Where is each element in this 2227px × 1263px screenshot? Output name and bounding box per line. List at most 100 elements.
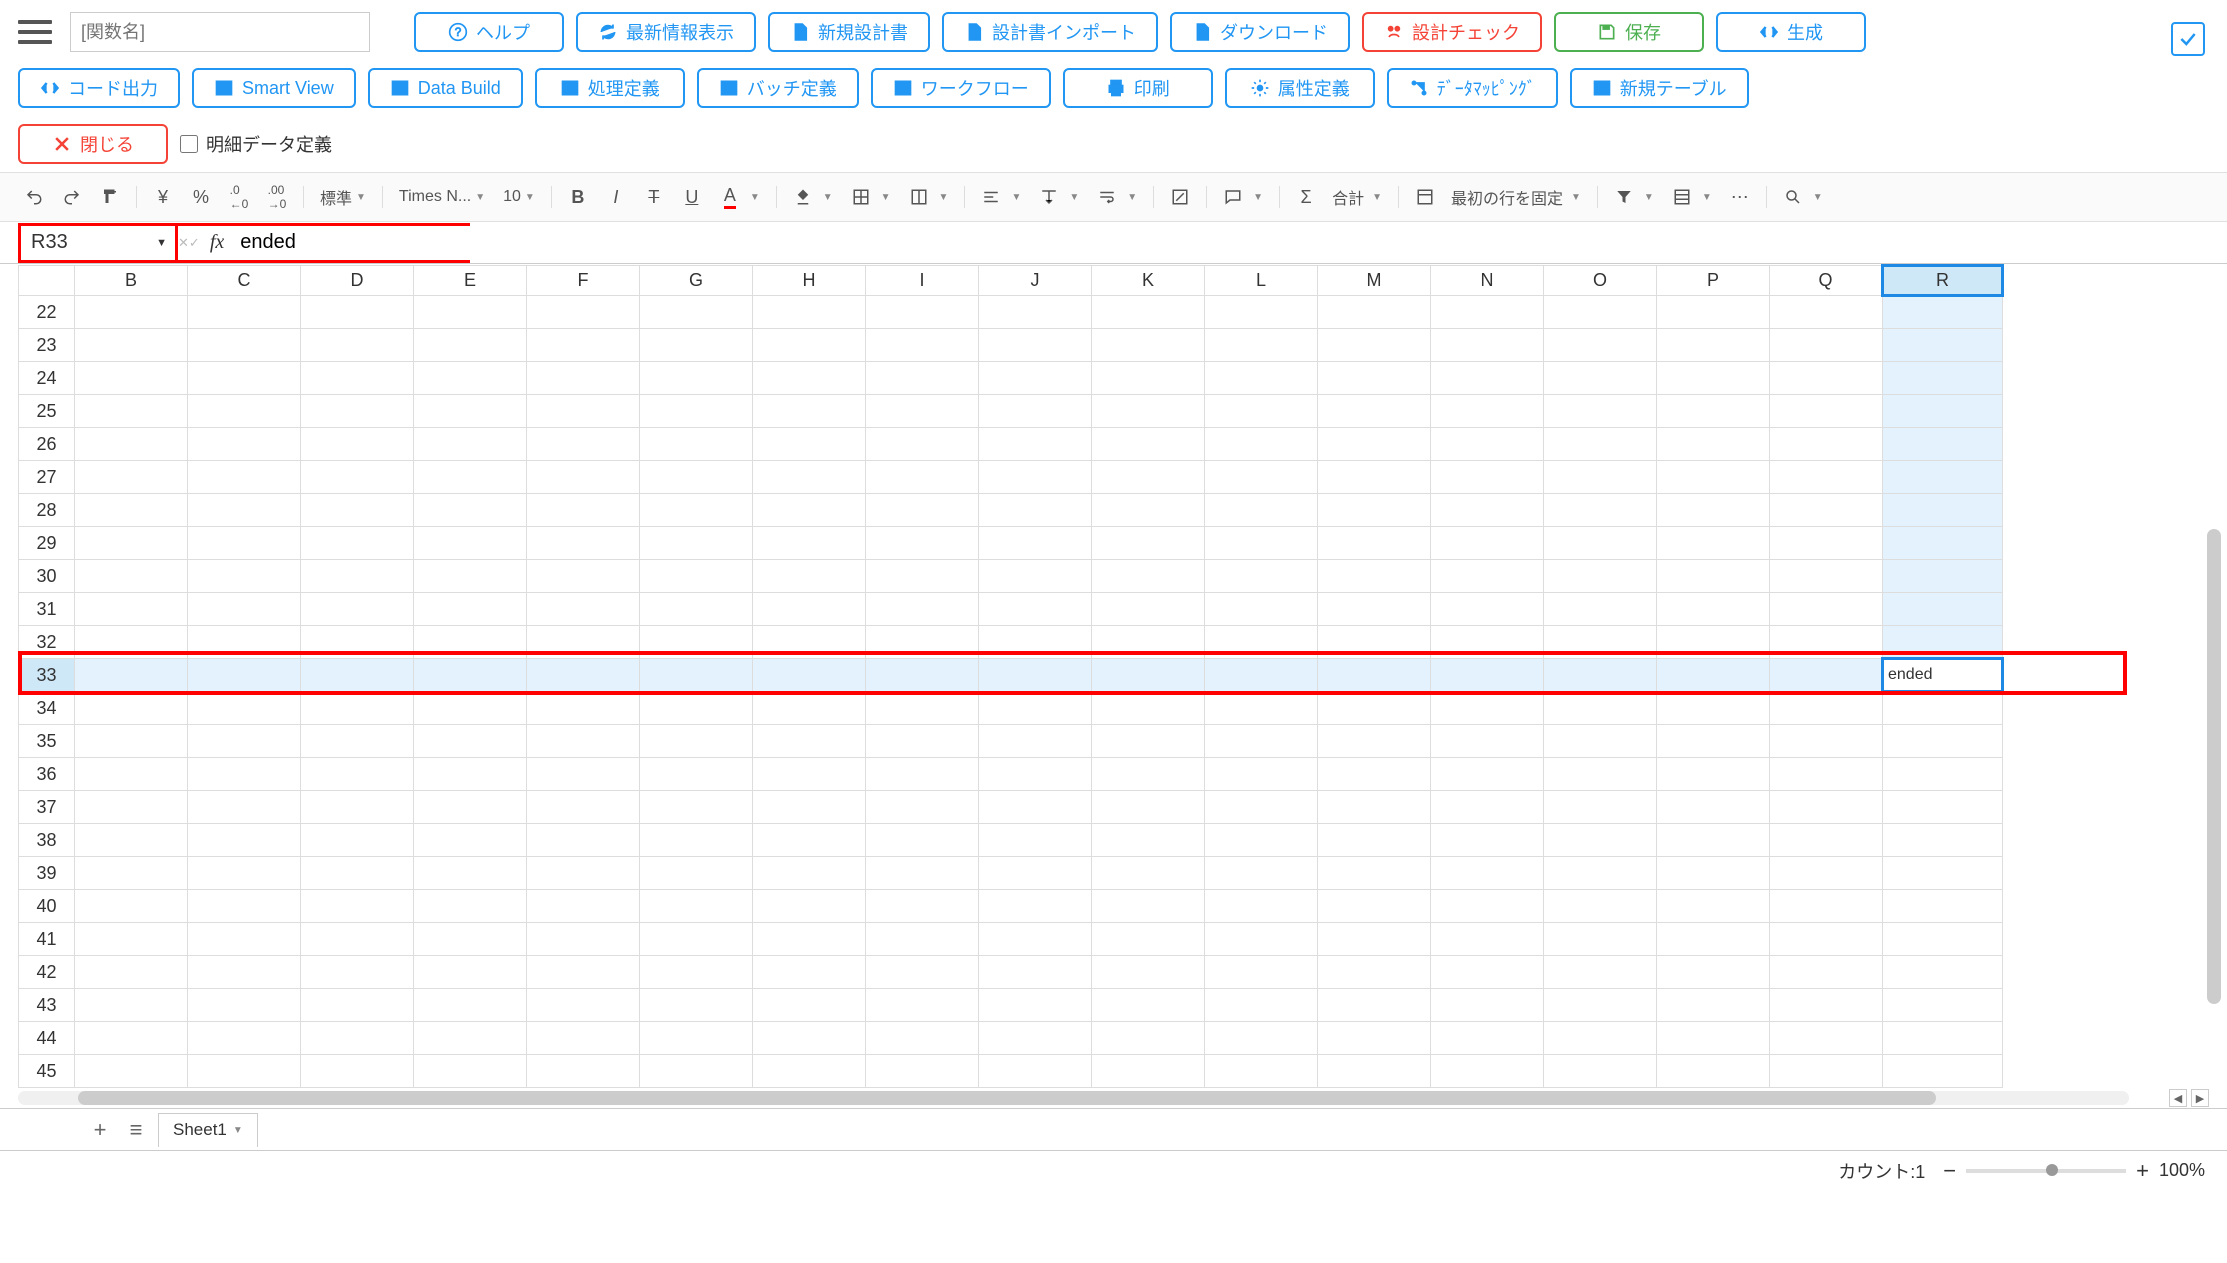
cell[interactable] xyxy=(1431,296,1544,329)
cell[interactable] xyxy=(1657,989,1770,1022)
cell[interactable] xyxy=(1657,296,1770,329)
cell[interactable] xyxy=(75,956,188,989)
batch-def-button[interactable]: バッチ定義 xyxy=(697,68,859,108)
cell[interactable] xyxy=(1431,956,1544,989)
cell[interactable] xyxy=(640,560,753,593)
v-align-dropdown-icon[interactable]: ▼ xyxy=(1069,192,1085,203)
cell[interactable] xyxy=(1318,989,1431,1022)
cell[interactable] xyxy=(1205,395,1318,428)
cell[interactable] xyxy=(527,758,640,791)
cell[interactable] xyxy=(1883,857,2003,890)
cell[interactable] xyxy=(1318,1022,1431,1055)
cell[interactable] xyxy=(1544,461,1657,494)
column-header[interactable]: R xyxy=(1883,266,2003,296)
cell[interactable] xyxy=(527,494,640,527)
cell[interactable] xyxy=(1883,890,2003,923)
cell[interactable] xyxy=(753,494,866,527)
cell[interactable] xyxy=(866,890,979,923)
cell[interactable] xyxy=(1544,923,1657,956)
refresh-button[interactable]: 最新情報表示 xyxy=(576,12,756,52)
cell[interactable] xyxy=(527,395,640,428)
wrap-text-icon[interactable] xyxy=(1091,181,1123,213)
cell[interactable] xyxy=(1544,428,1657,461)
cell[interactable] xyxy=(75,527,188,560)
cell[interactable] xyxy=(1883,989,2003,1022)
cell[interactable] xyxy=(1092,296,1205,329)
cell[interactable] xyxy=(640,527,753,560)
cell[interactable] xyxy=(414,725,527,758)
cell[interactable] xyxy=(753,989,866,1022)
row-header[interactable]: 39 xyxy=(19,857,75,890)
cell[interactable] xyxy=(1883,791,2003,824)
number-format-select[interactable]: 標準▼ xyxy=(314,185,372,209)
cell[interactable] xyxy=(188,824,301,857)
cell[interactable] xyxy=(75,593,188,626)
cell[interactable] xyxy=(1770,593,1883,626)
cell[interactable] xyxy=(1544,593,1657,626)
cell[interactable] xyxy=(1205,791,1318,824)
cell[interactable] xyxy=(1770,1022,1883,1055)
cell[interactable] xyxy=(414,758,527,791)
cell[interactable] xyxy=(1205,824,1318,857)
cell[interactable] xyxy=(301,758,414,791)
cell[interactable] xyxy=(1318,362,1431,395)
cell[interactable] xyxy=(1092,1055,1205,1088)
cell[interactable] xyxy=(1883,923,2003,956)
cell[interactable] xyxy=(75,362,188,395)
generate-button[interactable]: 生成 xyxy=(1716,12,1866,52)
cell[interactable] xyxy=(1431,494,1544,527)
cell[interactable] xyxy=(75,659,188,692)
cell[interactable] xyxy=(1431,626,1544,659)
cell[interactable] xyxy=(414,890,527,923)
cell[interactable] xyxy=(414,527,527,560)
cell[interactable] xyxy=(1092,692,1205,725)
cell[interactable] xyxy=(1318,494,1431,527)
cell[interactable] xyxy=(188,1055,301,1088)
cell[interactable] xyxy=(979,791,1092,824)
cell[interactable] xyxy=(866,428,979,461)
cell[interactable] xyxy=(640,824,753,857)
cell[interactable] xyxy=(866,692,979,725)
table-style-icon[interactable] xyxy=(1666,181,1698,213)
cell[interactable] xyxy=(1544,989,1657,1022)
cell[interactable] xyxy=(640,857,753,890)
sheet-tab[interactable]: Sheet1 ▼ xyxy=(158,1113,258,1147)
cell[interactable] xyxy=(1431,791,1544,824)
cell[interactable] xyxy=(301,923,414,956)
fill-color-icon[interactable] xyxy=(787,181,819,213)
cell[interactable] xyxy=(1544,329,1657,362)
column-header[interactable]: E xyxy=(414,266,527,296)
cell[interactable] xyxy=(301,494,414,527)
cell[interactable] xyxy=(188,659,301,692)
cell[interactable] xyxy=(979,824,1092,857)
cell[interactable] xyxy=(1883,362,2003,395)
row-header[interactable]: 26 xyxy=(19,428,75,461)
save-button[interactable]: 保存 xyxy=(1554,12,1704,52)
cell[interactable] xyxy=(979,494,1092,527)
cell[interactable] xyxy=(1544,956,1657,989)
cell[interactable] xyxy=(1770,758,1883,791)
cell[interactable] xyxy=(753,824,866,857)
new-table-button[interactable]: 新規テーブル xyxy=(1570,68,1749,108)
fx-icon[interactable]: fx xyxy=(200,231,234,254)
cell[interactable] xyxy=(1657,494,1770,527)
cell[interactable] xyxy=(188,923,301,956)
cell[interactable] xyxy=(1092,1022,1205,1055)
cell[interactable] xyxy=(301,857,414,890)
cell[interactable] xyxy=(1883,1022,2003,1055)
cell[interactable] xyxy=(188,989,301,1022)
detail-data-def-checkbox[interactable] xyxy=(180,135,198,153)
cell[interactable] xyxy=(1544,890,1657,923)
cell[interactable] xyxy=(1544,857,1657,890)
cell[interactable] xyxy=(979,890,1092,923)
cell[interactable] xyxy=(640,494,753,527)
cell[interactable] xyxy=(301,692,414,725)
cell[interactable] xyxy=(1657,362,1770,395)
more-icon[interactable]: ⋯ xyxy=(1724,181,1756,213)
cell[interactable] xyxy=(414,1022,527,1055)
cell[interactable] xyxy=(753,329,866,362)
cell[interactable] xyxy=(414,395,527,428)
cell[interactable] xyxy=(1770,395,1883,428)
help-button[interactable]: ? ヘルプ xyxy=(414,12,564,52)
cell[interactable] xyxy=(753,1055,866,1088)
